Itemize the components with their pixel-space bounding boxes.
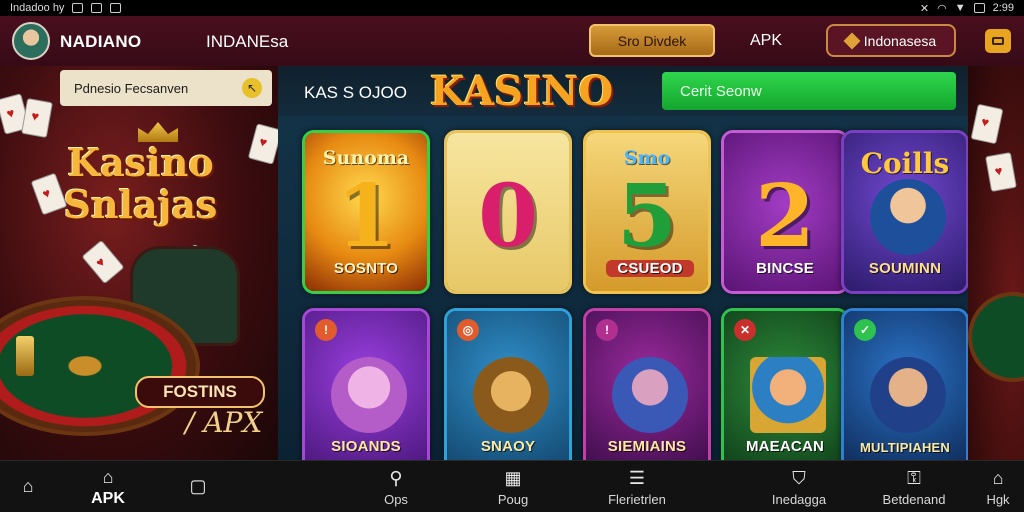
bluetooth-icon: ✕ xyxy=(919,2,930,15)
primary-action-button[interactable]: Sro Divdek xyxy=(589,24,715,57)
game-tile[interactable]: ✕ MAEACAN xyxy=(721,308,849,472)
arrow-icon[interactable]: ↖ xyxy=(242,78,262,98)
search-icon: ⚲ xyxy=(389,468,403,488)
game-panel-header: KAS S OJOO KASINO Cerit Seonw xyxy=(278,66,968,116)
notification-icon xyxy=(72,3,84,13)
bag-icon: ▢ xyxy=(189,475,207,496)
nav-search[interactable]: ⚲ Ops xyxy=(374,461,418,512)
banner-apk-text: / APX xyxy=(185,406,263,439)
playing-card-image xyxy=(81,239,125,285)
banner-badge[interactable]: FOSTINS xyxy=(135,376,265,408)
badge-icon: ✓ xyxy=(854,319,876,341)
game-tile-label: SOUMINN xyxy=(868,260,942,277)
game-tile-number: 1 xyxy=(336,166,396,267)
roulette-spindle-image xyxy=(16,336,34,376)
character-image xyxy=(870,357,946,433)
key-icon: ⚿ xyxy=(907,468,921,488)
status-time: 2:99 xyxy=(992,2,1014,14)
shield-icon: ⛉ xyxy=(792,468,806,488)
message-icon xyxy=(110,3,122,13)
game-tile-label: BINCSE xyxy=(756,260,814,277)
badge-icon: ! xyxy=(315,319,337,341)
wallet-icon xyxy=(992,37,1004,45)
house-icon: ⌂ xyxy=(992,468,1004,488)
badge-icon: ! xyxy=(596,319,618,341)
wallet-button[interactable] xyxy=(985,29,1011,53)
banner-title: Kasino Snlajas xyxy=(18,142,263,226)
game-tile-title: Coills xyxy=(860,147,950,180)
promo-text: Pdnesio Fecsanven xyxy=(74,80,189,96)
playing-card-image xyxy=(21,98,53,138)
nav-bag[interactable]: ▢ xyxy=(178,461,218,512)
game-tile[interactable]: Smo 5 CSUEOD xyxy=(583,130,711,294)
battery-icon xyxy=(973,3,985,13)
brand-name: NADIANO xyxy=(60,32,142,51)
nav-filter[interactable]: ☰ Flerietrlen xyxy=(592,461,682,512)
game-tile-number: 0 xyxy=(478,166,538,267)
top-header: NADIANO INDANEsa Sro Divdek APK Indonase… xyxy=(0,16,1024,66)
home-icon: ⌂ xyxy=(22,475,34,496)
banner-title-line1: Kasino xyxy=(67,140,214,185)
game-tile-label: MULTIPIAHEN xyxy=(859,440,951,455)
game-tile[interactable]: 0 xyxy=(444,130,572,294)
app-notification-icon xyxy=(91,3,103,13)
language-button-label: Indonasesa xyxy=(863,32,937,49)
diamond-icon xyxy=(843,32,861,49)
character-image xyxy=(870,179,946,255)
filter-icon: ☰ xyxy=(628,468,646,488)
roulette-table-image xyxy=(968,292,1024,382)
badge-icon: ✕ xyxy=(734,319,756,341)
side-decoration xyxy=(968,66,1024,460)
nav-house[interactable]: ⌂ Hgk xyxy=(980,461,1016,512)
nav-grid[interactable]: ▦ Poug xyxy=(488,461,538,512)
crown-icon xyxy=(138,122,178,142)
promo-search-box[interactable]: Pdnesio Fecsanven ↖ xyxy=(60,70,272,106)
region-label: INDANEsa xyxy=(206,32,289,51)
game-tile[interactable]: ! SIOANDS xyxy=(302,308,430,472)
game-tile[interactable]: 2 BINCSE xyxy=(721,130,849,294)
character-image xyxy=(750,357,826,433)
kasino-logo: KASINO xyxy=(430,68,614,115)
game-tile-number: 5 xyxy=(617,166,677,267)
apk-link[interactable]: APK xyxy=(750,32,782,50)
game-panel: KAS S OJOO KASINO Cerit Seonw Sunoma 1 S… xyxy=(278,66,969,472)
game-tile[interactable]: ! SIEMIAINS xyxy=(583,308,711,472)
status-left-text: Indadoo hy xyxy=(10,2,65,14)
game-tile[interactable]: ✓ MULTIPIAHEN xyxy=(841,308,969,472)
wifi-icon: ◠ xyxy=(937,2,947,15)
game-tile-label: SIEMIAINS xyxy=(607,438,687,455)
game-tile[interactable]: ◎ SNAOY xyxy=(444,308,572,472)
game-tile-label: CSUEOD xyxy=(606,260,694,277)
nav-home[interactable]: ⌂ xyxy=(8,461,48,512)
grid-icon: ▦ xyxy=(504,468,522,488)
nav-apk[interactable]: ⌂ APK xyxy=(84,461,132,512)
game-tile-label: SIOANDS xyxy=(331,438,401,455)
character-image xyxy=(612,357,688,433)
cta-button[interactable]: Cerit Seonw xyxy=(662,72,956,110)
nav-key[interactable]: ⚿ Betdenand xyxy=(876,461,952,512)
section-label: KAS S OJOO xyxy=(304,83,407,102)
banner-title-line2: Snlajas xyxy=(63,182,218,227)
apk-home-icon: ⌂ xyxy=(102,466,114,487)
user-avatar[interactable] xyxy=(12,22,50,60)
nav-shield[interactable]: ⛉ Inedagga xyxy=(764,461,834,512)
badge-icon: ◎ xyxy=(457,319,479,341)
character-image xyxy=(331,357,407,433)
playing-card-image xyxy=(970,103,1004,145)
game-tile[interactable]: Sunoma 1 SOSNTO xyxy=(302,130,430,294)
status-bar: Indadoo hy ✕ ◠ ▼ 2:99 xyxy=(0,0,1024,16)
bottom-navigation: ⌂ ⌂ APK ▢ ⚲ Ops ▦ Poug ☰ Flerietrlen ⛉ I… xyxy=(0,460,1024,512)
promo-banner[interactable]: Pdnesio Fecsanven ↖ Kasino Snlajas FOSTI… xyxy=(0,66,278,460)
language-button[interactable]: Indonasesa xyxy=(826,24,956,57)
character-image xyxy=(473,357,549,433)
game-tile-number: 2 xyxy=(755,166,815,267)
playing-card-image xyxy=(985,152,1017,192)
game-tile-label: SNAOY xyxy=(480,438,536,455)
game-tile-label: MAEACAN xyxy=(745,438,825,455)
signal-icon: ▼ xyxy=(954,2,966,14)
app-screen: Indadoo hy ✕ ◠ ▼ 2:99 NADIANO INDANEsa S… xyxy=(0,0,1024,512)
game-tile[interactable]: Coills SOUMINN xyxy=(841,130,969,294)
game-tile-label: SOSNTO xyxy=(333,260,399,277)
